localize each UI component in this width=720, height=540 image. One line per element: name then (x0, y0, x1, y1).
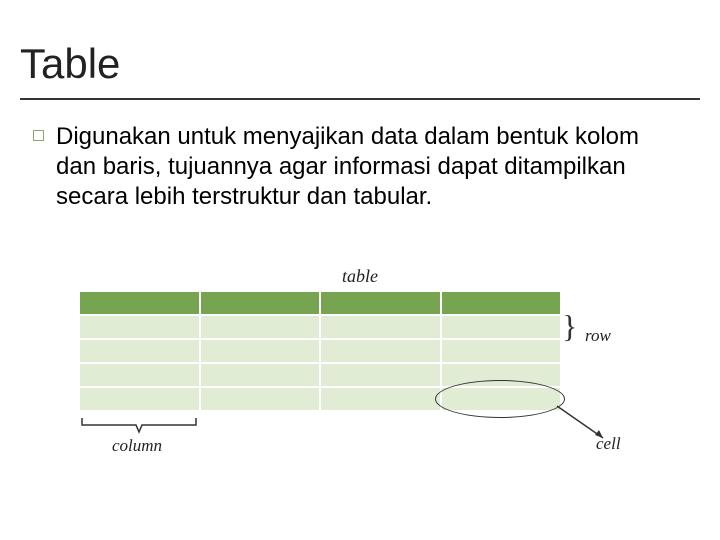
table-header-cell (321, 292, 440, 314)
body-paragraph: Digunakan untuk menyajikan data dalam be… (56, 122, 676, 212)
table-cell (321, 340, 440, 362)
table-row (80, 340, 560, 362)
table-cell (201, 340, 320, 362)
table-cell (321, 316, 440, 338)
table-cell (201, 316, 320, 338)
table-header-row (80, 292, 560, 314)
title-underline (20, 98, 700, 100)
table-cell (321, 388, 440, 410)
table-cell (201, 388, 320, 410)
table-caption: table (342, 266, 378, 287)
table-cell (80, 340, 199, 362)
table-cell (321, 364, 440, 386)
table-header-cell (80, 292, 199, 314)
row-bracket-icon: } (562, 314, 577, 340)
table-cell (201, 364, 320, 386)
cell-label: cell (596, 434, 621, 454)
square-bullet-icon (33, 130, 44, 141)
table-header-cell (201, 292, 320, 314)
table-header-cell (442, 292, 561, 314)
table-cell (80, 364, 199, 386)
table-cell (442, 316, 561, 338)
table-cell (442, 340, 561, 362)
table-row (80, 316, 560, 338)
cell-ellipse-icon (435, 380, 565, 418)
table-cell (80, 316, 199, 338)
column-label: column (112, 436, 162, 456)
slide-title: Table (20, 40, 120, 88)
row-label: row (585, 326, 611, 346)
slide: Table Digunakan untuk menyajikan data da… (0, 0, 720, 540)
table-cell (80, 388, 199, 410)
column-bracket-icon (80, 416, 195, 434)
